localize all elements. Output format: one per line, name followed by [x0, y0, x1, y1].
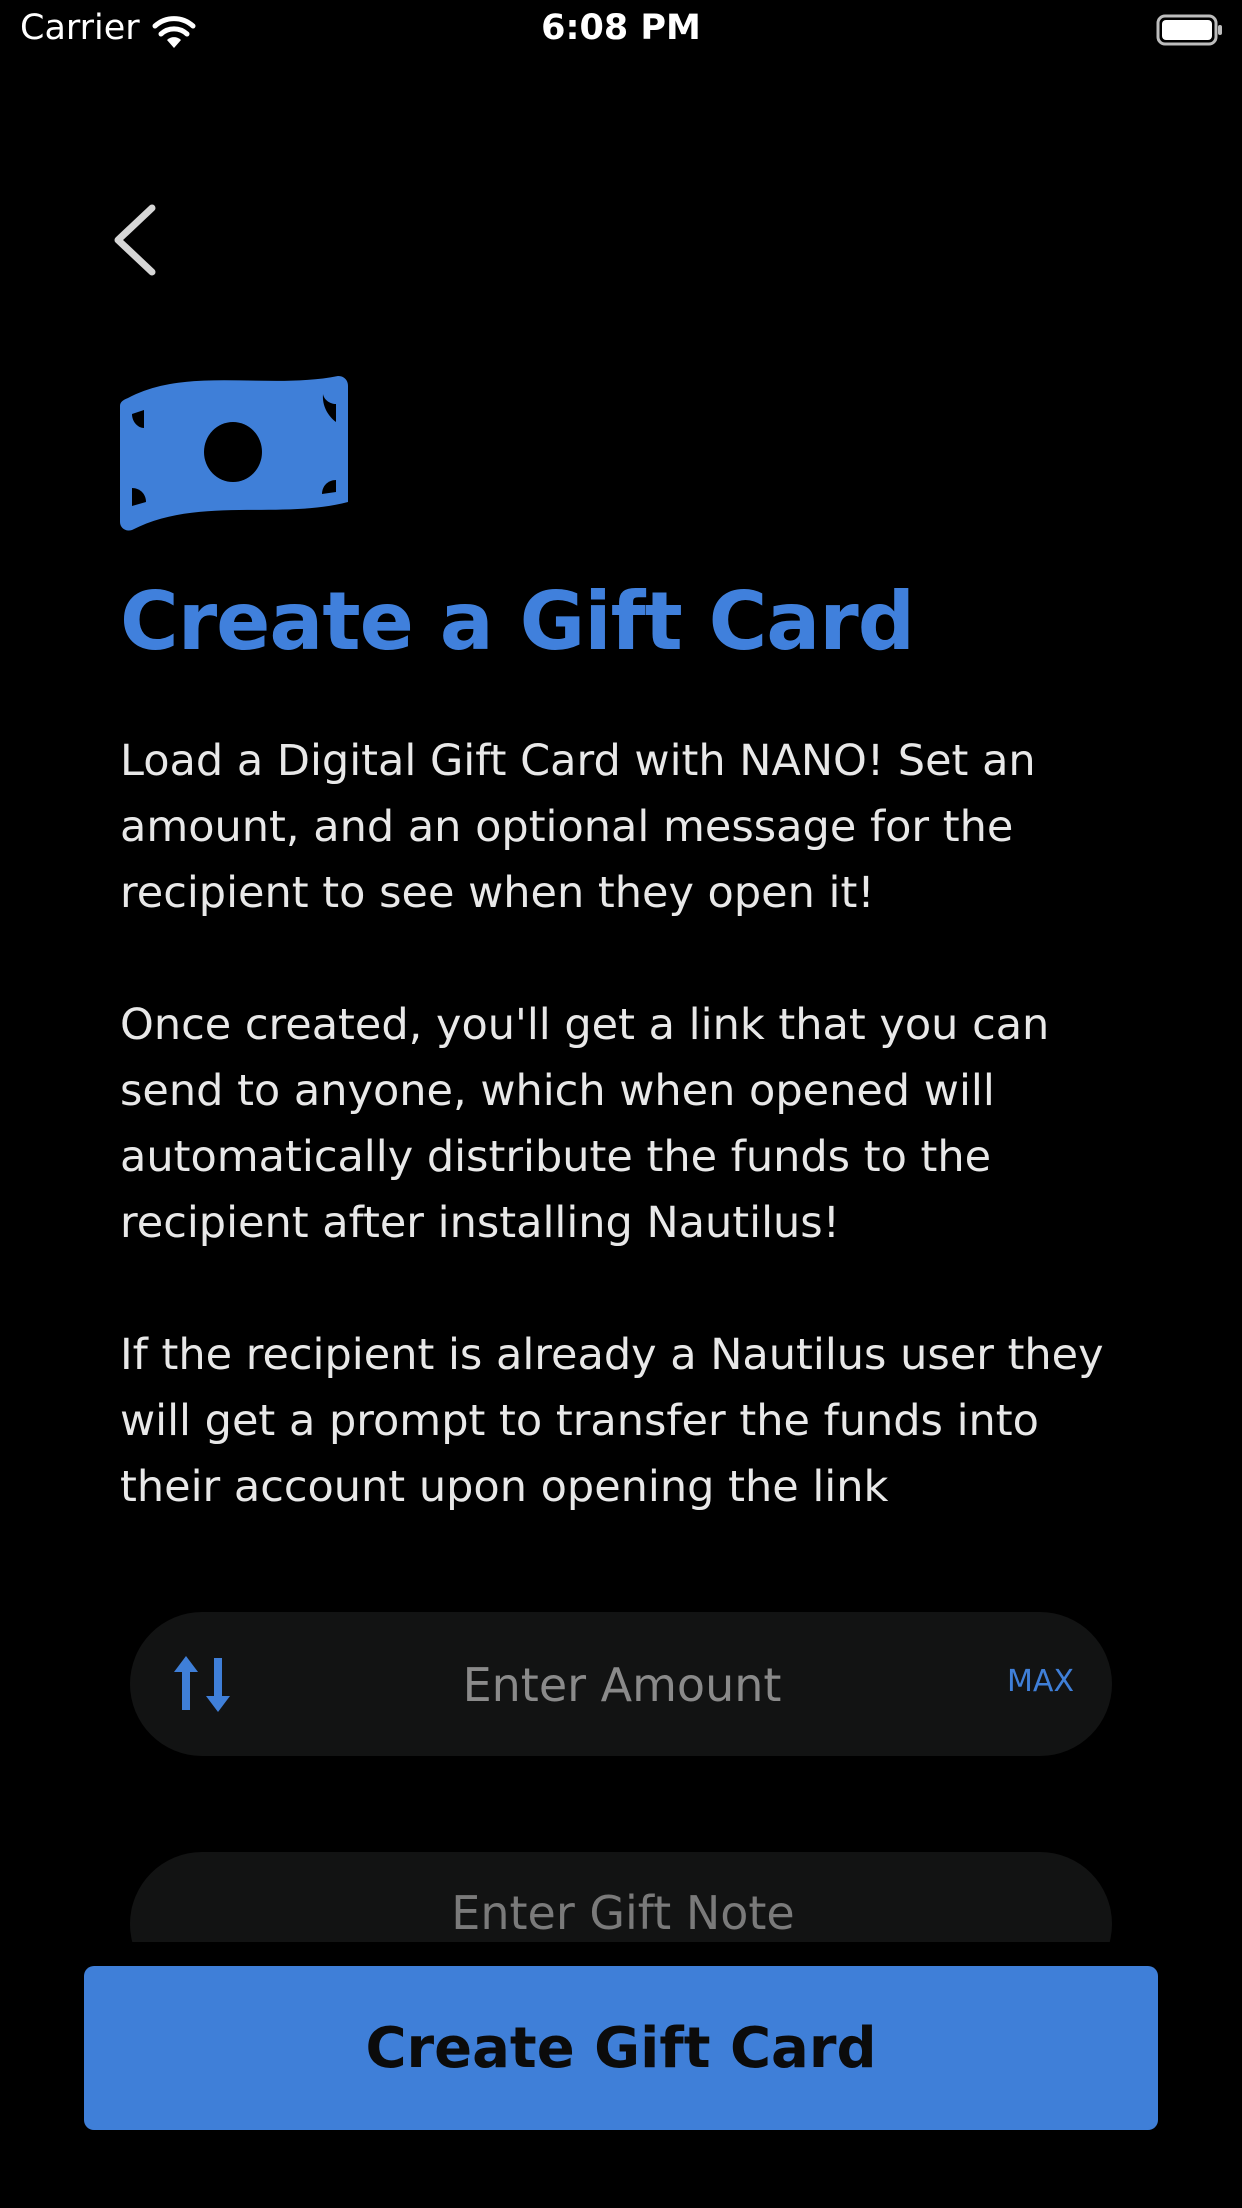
page-title: Create a Gift Card — [120, 575, 915, 668]
gift-note-field[interactable] — [130, 1852, 1112, 1942]
battery-icon — [1156, 14, 1222, 46]
swap-arrows-icon[interactable] — [170, 1652, 234, 1716]
description-paragraph-1: Load a Digital Gift Card with NANO! Set … — [120, 736, 1036, 918]
amount-field[interactable]: MAX — [130, 1612, 1112, 1758]
gift-note-input[interactable] — [230, 1872, 1016, 1942]
create-gift-card-button[interactable]: Create Gift Card — [84, 1966, 1158, 2130]
money-bill-icon — [120, 376, 348, 531]
status-time: 6:08 PM — [541, 8, 701, 48]
amount-input[interactable] — [330, 1612, 914, 1758]
description-paragraph-3: If the recipient is already a Nautilus u… — [120, 1330, 1104, 1512]
description-paragraph-2: Once created, you'll get a link that you… — [120, 1000, 1050, 1248]
status-bar: Carrier 6:08 PM — [0, 0, 1242, 64]
max-button[interactable]: MAX — [1007, 1664, 1074, 1699]
chevron-left-icon[interactable] — [100, 200, 180, 280]
gift-note-container — [130, 1852, 1112, 1942]
